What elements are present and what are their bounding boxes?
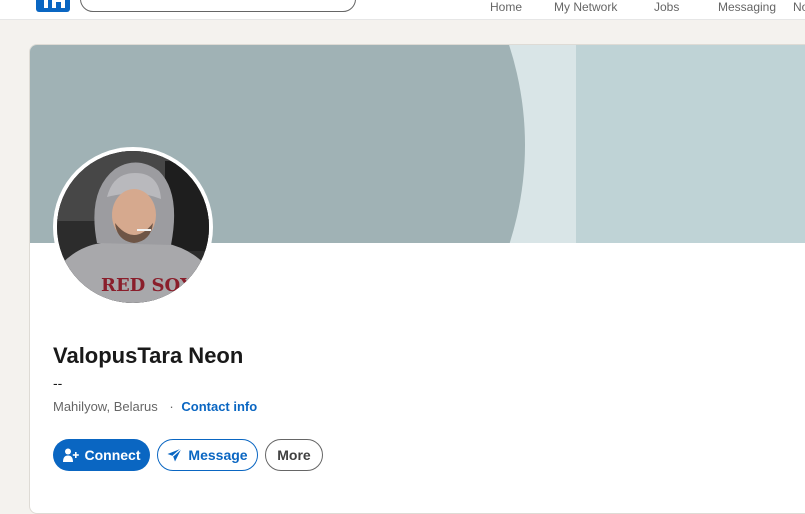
add-person-icon [62,448,79,462]
connect-button[interactable]: Connect [53,439,150,471]
top-navigation-bar: Home My Network Jobs Messaging No [0,0,805,20]
nav-messaging[interactable]: Messaging [718,0,776,14]
profile-location: Mahilyow, Belarus [53,399,158,414]
nav-home[interactable]: Home [490,0,522,14]
separator-dot: · [169,399,174,414]
linkedin-logo-icon[interactable] [36,0,70,12]
nav-notifications[interactable]: No [793,0,805,14]
search-input[interactable] [80,0,356,12]
send-icon [167,448,183,462]
message-button[interactable]: Message [157,439,258,471]
message-button-label: Message [188,447,248,463]
profile-name: ValopusTara Neon [53,343,244,368]
nav-jobs[interactable]: Jobs [654,0,679,14]
connect-button-label: Connect [84,447,141,463]
more-button[interactable]: More [265,439,323,471]
more-button-label: More [277,447,311,463]
contact-info-link[interactable]: Contact info [181,399,257,414]
nav-my-network[interactable]: My Network [554,0,617,14]
profile-avatar[interactable]: RED SOX [53,147,213,307]
profile-location-line: Mahilyow, Belarus · Contact info [53,399,257,414]
avatar-photo: RED SOX [57,151,209,303]
profile-card: RED SOX ValopusTara Neon -- Mahilyow, Be… [29,44,805,514]
svg-text:RED SOX: RED SOX [101,275,194,296]
profile-headline: -- [53,375,63,391]
